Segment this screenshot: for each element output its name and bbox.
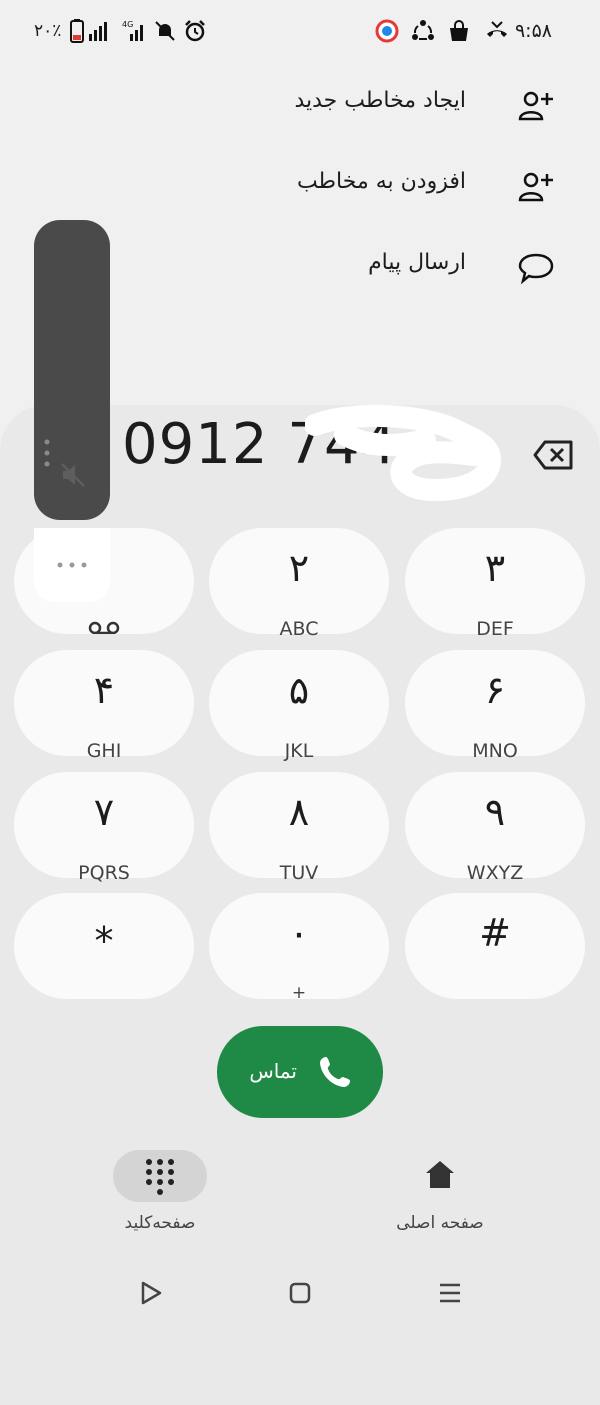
missed-call-icon [487,21,507,37]
phone-icon [320,1057,350,1087]
battery-percent: ۲۰٪ [34,21,62,41]
keypad-tab-label: صفحه‌کلید [124,1213,196,1233]
add-to-contact-option[interactable]: افزودن به مخاطب [196,157,556,217]
create-new-contact-label: ایجاد مخاطب جدید [294,88,466,113]
key-6[interactable]: ۶ MNO [405,650,585,762]
voicemail-icon [88,621,120,634]
drag-handle-icon[interactable] [44,438,50,468]
send-message-option[interactable]: ارسال پیام [196,238,556,298]
back-icon[interactable] [138,1280,164,1306]
volume-slider[interactable] [34,220,110,520]
mute-notifications-icon [155,21,175,41]
send-message-label: ارسال پیام [368,250,466,275]
key-8[interactable]: ۸ TUV [209,772,389,884]
sync-icon [412,20,434,40]
home-icon[interactable] [424,1158,456,1190]
key-star[interactable]: * [14,893,194,999]
more-options-button[interactable] [34,528,110,602]
volume-mute-icon[interactable] [58,460,88,490]
key-2[interactable]: ۲ ABC [209,528,389,640]
key-5[interactable]: ۵ JKL [209,650,389,762]
backspace-icon[interactable] [533,438,575,472]
key-7[interactable]: ۷ PQRS [14,772,194,884]
add-person-icon [518,172,553,202]
call-label: تماس [249,1059,297,1083]
key-9[interactable]: ۹ WXYZ [405,772,585,884]
signal-4g-icon: 4G [122,20,143,41]
menu-lines-icon[interactable] [437,1280,463,1306]
status-bar: ۲۰٪ 4G ۹:۵۸ [0,0,600,66]
create-new-contact-option[interactable]: ایجاد مخاطب جدید [196,76,556,136]
add-person-icon [518,91,553,121]
dialpad-icon [146,1159,174,1195]
key-0[interactable]: ۰ + [209,893,389,1003]
svg-text:4G: 4G [122,20,133,29]
signal-icon [89,22,107,41]
recents-square-icon[interactable] [287,1280,313,1306]
key-3[interactable]: ۳ DEF [405,528,585,640]
clock-time: ۹:۵۸ [514,20,552,42]
key-hash[interactable]: # [405,893,585,999]
message-bubble-icon [518,253,554,285]
alarm-icon [185,20,205,42]
call-button[interactable]: تماس [217,1026,383,1118]
shopping-bag-icon [450,20,468,41]
redaction-scribble [305,405,502,502]
home-tab-label[interactable]: صفحه اصلی [390,1213,490,1233]
add-to-contact-label: افزودن به مخاطب [296,169,466,194]
app-notification-icon [375,19,399,43]
key-4[interactable]: ۴ GHI [14,650,194,762]
more-dots-icon [57,562,87,568]
